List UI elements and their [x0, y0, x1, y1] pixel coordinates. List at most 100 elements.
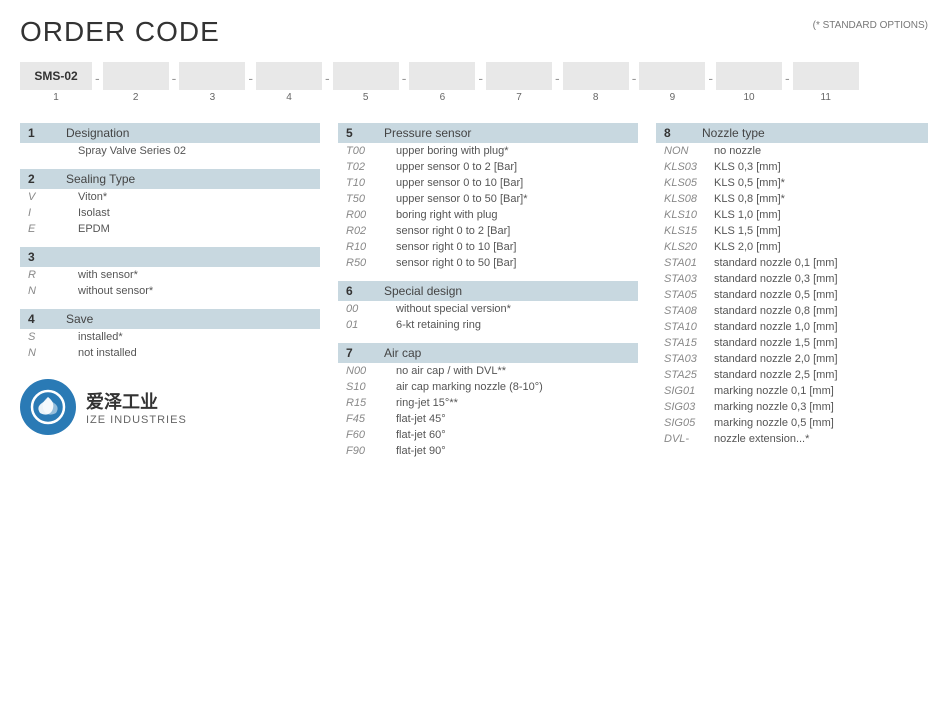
section-row: Nwithout sensor* — [20, 283, 320, 299]
row-desc: KLS 1,5 [mm] — [714, 225, 781, 237]
section-row: VViton* — [20, 189, 320, 205]
section-header-4: 4 Save — [20, 309, 320, 329]
section-row: F60flat-jet 60° — [338, 427, 638, 443]
section-row: 00without special version* — [338, 301, 638, 317]
row-desc: sensor right 0 to 50 [Bar] — [396, 257, 516, 269]
row-code: E — [28, 223, 78, 235]
row-code: T10 — [346, 177, 396, 189]
section-row: F90flat-jet 90° — [338, 443, 638, 459]
section-row: SIG05marking nozzle 0,5 [mm] — [656, 415, 928, 431]
section-7: 7Air capN00no air cap / with DVL**S10air… — [338, 343, 638, 459]
code-num-11: 11 — [821, 92, 831, 103]
row-code: DVL- — [664, 433, 714, 445]
row-code: 01 — [346, 319, 396, 331]
row-desc: with sensor* — [78, 269, 138, 281]
section-title-4: Save — [66, 312, 93, 326]
row-desc: KLS 0,3 [mm] — [714, 161, 781, 173]
section-header-1: 1Designation — [20, 123, 320, 143]
row-code: KLS20 — [664, 241, 714, 253]
section-title-5: Pressure sensor — [384, 126, 471, 140]
dash-5: - — [322, 70, 333, 96]
row-desc: flat-jet 90° — [396, 445, 446, 457]
main-content: 1DesignationSpray Valve Series 022Sealin… — [20, 123, 928, 469]
row-desc: standard nozzle 0,8 [mm] — [714, 305, 838, 317]
code-num-10: 10 — [743, 92, 754, 103]
section-title-7: Air cap — [384, 346, 421, 360]
section-row: NONno nozzle — [656, 143, 928, 159]
code-cell-11: 11 — [793, 62, 859, 103]
row-code: KLS03 — [664, 161, 714, 173]
code-prefix-cell: SMS-02 1 — [20, 62, 92, 103]
code-cell-6: 6 — [409, 62, 475, 103]
section-header-6: 6Special design — [338, 281, 638, 301]
row-desc: standard nozzle 2,0 [mm] — [714, 353, 838, 365]
section-row: STA03standard nozzle 0,3 [mm] — [656, 271, 928, 287]
code-num-5: 5 — [363, 92, 369, 103]
dash-11: - — [782, 70, 793, 96]
row-desc: standard nozzle 1,0 [mm] — [714, 321, 838, 333]
section-row: STA25standard nozzle 2,5 [mm] — [656, 367, 928, 383]
code-num-3: 3 — [210, 92, 216, 103]
row-code: STA08 — [664, 305, 714, 317]
row-code: R50 — [346, 257, 396, 269]
dash-10: - — [705, 70, 716, 96]
code-num-8: 8 — [593, 92, 599, 103]
row-desc: nozzle extension...* — [714, 433, 809, 445]
section-num-6: 6 — [346, 284, 364, 298]
row-code: T50 — [346, 193, 396, 205]
code-prefix-label: 1 — [53, 92, 59, 103]
section-row: SIG01marking nozzle 0,1 [mm] — [656, 383, 928, 399]
row-desc: EPDM — [78, 223, 110, 235]
section-row: SIG03marking nozzle 0,3 [mm] — [656, 399, 928, 415]
section-row: R02sensor right 0 to 2 [Bar] — [338, 223, 638, 239]
row-code: F90 — [346, 445, 396, 457]
row-code: S10 — [346, 381, 396, 393]
section-row: R10sensor right 0 to 10 [Bar] — [338, 239, 638, 255]
row-desc: KLS 0,8 [mm]* — [714, 193, 785, 205]
row-desc: marking nozzle 0,3 [mm] — [714, 401, 834, 413]
row-desc: without sensor* — [78, 285, 153, 297]
section-5: 5 Pressure sensor T00upper boring with plu… — [338, 123, 638, 271]
row-desc: standard nozzle 0,1 [mm] — [714, 257, 838, 269]
dash-7: - — [475, 70, 486, 96]
code-row: SMS-02 1 -2-3-4-5-6-7-8-9-10-11 — [20, 62, 928, 103]
row-desc: standard nozzle 0,3 [mm] — [714, 273, 838, 285]
row-desc: sensor right 0 to 10 [Bar] — [396, 241, 516, 253]
section-row: R50sensor right 0 to 50 [Bar] — [338, 255, 638, 271]
row-desc: KLS 2,0 [mm] — [714, 241, 781, 253]
row-code: V — [28, 191, 78, 203]
dash-2: - — [92, 70, 103, 96]
row-desc: not installed — [78, 347, 137, 359]
row-desc: standard nozzle 0,5 [mm] — [714, 289, 838, 301]
row-desc: flat-jet 60° — [396, 429, 446, 441]
row-code: KLS10 — [664, 209, 714, 221]
section-num-3: 3 — [28, 250, 46, 264]
logo-circle — [20, 379, 76, 435]
row-desc: KLS 0,5 [mm]* — [714, 177, 785, 189]
section-row: STA10standard nozzle 1,0 [mm] — [656, 319, 928, 335]
section-8: 8Nozzle typeNONno nozzle KLS03KLS 0,3 [mm… — [656, 123, 928, 447]
row-desc: 6-kt retaining ring — [396, 319, 481, 331]
row-code: F45 — [346, 413, 396, 425]
section-header-8: 8Nozzle type — [656, 123, 928, 143]
row-code: R15 — [346, 397, 396, 409]
code-cell-3: 3 — [179, 62, 245, 103]
section-2: 2Sealing TypeVViton*IIsolastEEPDM — [20, 169, 320, 237]
section-row: Nnot installed — [20, 345, 320, 361]
section-num-4: 4 — [28, 312, 46, 326]
section-row: STA05standard nozzle 0,5 [mm] — [656, 287, 928, 303]
row-code: STA15 — [664, 337, 714, 349]
logo-text: 爱泽工业IZE INDUSTRIES — [86, 388, 187, 426]
dash-6: - — [399, 70, 410, 96]
code-cell-4: 4 — [256, 62, 322, 103]
section-row: T00upper boring with plug* — [338, 143, 638, 159]
row-desc: KLS 1,0 [mm] — [714, 209, 781, 221]
section-row: KLS08KLS 0,8 [mm]* — [656, 191, 928, 207]
section-4: 4SaveSinstalled*Nnot installed — [20, 309, 320, 361]
row-code: SIG05 — [664, 417, 714, 429]
section-num-5: 5 — [346, 126, 364, 140]
code-prefix-box: SMS-02 — [20, 62, 92, 90]
right-column: 8Nozzle typeNONno nozzle KLS03KLS 0,3 [mm… — [656, 123, 928, 469]
dash-8: - — [552, 70, 563, 96]
section-row: STA03standard nozzle 2,0 [mm] — [656, 351, 928, 367]
